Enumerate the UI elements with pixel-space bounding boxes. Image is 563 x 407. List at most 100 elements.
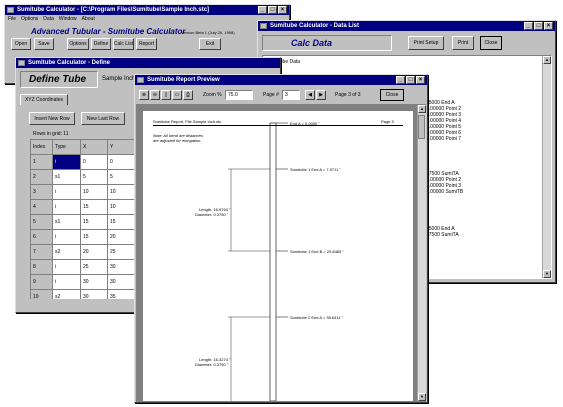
define-title: Sumitube Calculator - Define xyxy=(28,60,111,66)
menu-file[interactable]: File xyxy=(8,15,16,24)
table-row[interactable]: 2 s1 5 5 xyxy=(30,169,148,185)
sample-label: Sample Inch xyxy=(102,76,136,82)
table-row[interactable]: 9 i 30 30 xyxy=(30,274,148,290)
row-index: 2 xyxy=(30,169,53,185)
table-row[interactable]: 8 i 25 30 xyxy=(30,259,148,275)
cell-type[interactable]: i xyxy=(52,259,81,275)
cell-type[interactable]: s1 xyxy=(52,169,81,185)
table-row[interactable]: 7 s2 20 25 xyxy=(30,244,148,260)
define-title-bar[interactable]: Sumitube Calculator - Define xyxy=(16,58,280,68)
insert-row-button[interactable]: Insert New Row xyxy=(29,112,75,125)
row-index: 1 xyxy=(30,154,53,170)
cell-x[interactable]: 20 xyxy=(80,244,108,260)
cell-x[interactable]: 15 xyxy=(80,229,108,245)
cell-type[interactable]: i xyxy=(52,199,81,215)
scroll-up-icon[interactable]: ▲ xyxy=(418,105,426,113)
maximize-icon[interactable]: □ xyxy=(406,76,415,84)
close-icon[interactable]: × xyxy=(278,6,287,14)
calc-heading-box: Calc Data xyxy=(262,35,392,51)
next-page-icon[interactable]: ▶ xyxy=(316,90,326,100)
maximize-icon[interactable]: □ xyxy=(268,6,277,14)
row-index: 10 xyxy=(30,289,53,299)
close-button[interactable]: Close xyxy=(480,36,502,50)
define-heading: Define Tube xyxy=(29,74,87,85)
main-title-bar[interactable]: Sumitube Calculator - [C:\Program Files\… xyxy=(5,5,289,15)
table-row[interactable]: 6 i 15 20 xyxy=(30,229,148,245)
menu-data[interactable]: Data xyxy=(43,15,54,24)
label-s2-end-a: Sumitube 2 End A = 35.6411 " xyxy=(290,315,344,320)
preview-close-button[interactable]: Close xyxy=(380,89,404,101)
define-heading-box: Define Tube xyxy=(20,71,98,88)
label-end-a: End A = 0.0000 " xyxy=(290,121,320,126)
row-index: 6 xyxy=(30,229,53,245)
cell-x[interactable]: 5 xyxy=(80,169,108,185)
column-header: Index xyxy=(30,139,53,155)
page-icon[interactable]: ▯ xyxy=(161,90,171,100)
minimize-icon[interactable]: _ xyxy=(258,6,267,14)
cell-x[interactable]: 0 xyxy=(80,154,108,170)
zoom-out-icon[interactable]: ⊖ xyxy=(150,90,160,100)
table-row[interactable]: 3 i 10 10 xyxy=(30,184,148,200)
maximize-icon[interactable]: □ xyxy=(534,22,543,30)
tab-xyz-coordinates[interactable]: XYZ Coordinates xyxy=(20,94,68,105)
calc-title-bar[interactable]: Sumitube Calculator - Data List _ □ × xyxy=(258,21,555,31)
print-setup-button[interactable]: Print Setup xyxy=(408,36,444,50)
scroll-up-icon[interactable]: ▲ xyxy=(543,56,551,64)
app-icon xyxy=(18,60,25,66)
menu-window[interactable]: Window xyxy=(59,15,77,24)
cell-type[interactable]: s2 xyxy=(52,244,81,260)
label-s1-end-b: Sumitube 1 End B = 20.8465 " xyxy=(290,249,344,254)
cell-x[interactable]: 15 xyxy=(80,214,108,230)
cell-type[interactable]: s2 xyxy=(52,289,81,299)
table-row[interactable]: 10 s2 30 35 xyxy=(30,289,148,299)
minimize-icon[interactable]: _ xyxy=(524,22,533,30)
label-diameter-1: Diameter: 0.3750 " xyxy=(195,212,229,217)
prev-page-icon[interactable]: ◀ xyxy=(305,90,315,100)
new-last-row-button[interactable]: New Last Row xyxy=(81,112,125,125)
cell-type[interactable]: i xyxy=(52,184,81,200)
menu-about[interactable]: About xyxy=(82,15,95,24)
preview-scrollbar[interactable]: ▲ ▼ xyxy=(417,105,426,401)
cell-x[interactable]: 10 xyxy=(80,184,108,200)
calc-scrollbar[interactable]: ▲ ▼ xyxy=(542,56,551,278)
close-icon[interactable]: × xyxy=(544,22,553,30)
minimize-icon[interactable]: _ xyxy=(396,76,405,84)
table-row[interactable]: 1 i 0 0 xyxy=(30,154,148,170)
zoom-input[interactable]: 75.0 xyxy=(225,90,253,100)
open-button[interactable]: Open xyxy=(11,38,31,50)
page-label: Page # xyxy=(263,92,279,98)
preview-title-bar[interactable]: Sumitube Report Preview _ □ × xyxy=(135,75,427,85)
close-icon[interactable]: × xyxy=(416,76,425,84)
tube-body xyxy=(269,122,277,401)
table-row[interactable]: 5 s1 15 15 xyxy=(30,214,148,230)
cell-type[interactable]: s1 xyxy=(52,214,81,230)
save-button[interactable]: Save xyxy=(34,38,54,50)
scroll-down-icon[interactable]: ▼ xyxy=(418,393,426,401)
zoom-in-icon[interactable]: ⊕ xyxy=(139,90,149,100)
coordinates-grid: Index Type X Y 1 i 0 0 2 s1 5 5 3 i 10 1… xyxy=(30,139,150,299)
report-button[interactable]: Report xyxy=(136,38,157,50)
cell-type[interactable]: i xyxy=(52,229,81,245)
cell-x[interactable]: 30 xyxy=(80,289,108,299)
cell-x[interactable]: 30 xyxy=(80,274,108,290)
options-button[interactable]: Options xyxy=(67,38,89,50)
tube-diagram xyxy=(228,122,288,401)
cell-type[interactable]: i xyxy=(52,274,81,290)
table-row[interactable]: 4 i 15 10 xyxy=(30,199,148,215)
cell-x[interactable]: 15 xyxy=(80,199,108,215)
define-button[interactable]: Define xyxy=(91,38,111,50)
calc-list-button[interactable]: Calc List xyxy=(113,38,134,50)
scroll-down-icon[interactable]: ▼ xyxy=(543,270,551,278)
print-icon[interactable]: ⎙ xyxy=(183,90,193,100)
row-index: 5 xyxy=(30,214,53,230)
page-input[interactable]: 3 xyxy=(282,90,300,100)
list-line: 87500 SumiTA xyxy=(426,232,459,238)
menu-options[interactable]: Options xyxy=(21,15,38,24)
exit-button[interactable]: Exit xyxy=(199,38,221,50)
calc-heading: Calc Data xyxy=(291,38,333,48)
scroll-thumb[interactable] xyxy=(418,115,425,139)
cell-type[interactable]: i xyxy=(52,154,81,170)
cell-x[interactable]: 25 xyxy=(80,259,108,275)
fit-icon[interactable]: ▭ xyxy=(172,90,182,100)
print-button[interactable]: Print xyxy=(452,36,474,50)
